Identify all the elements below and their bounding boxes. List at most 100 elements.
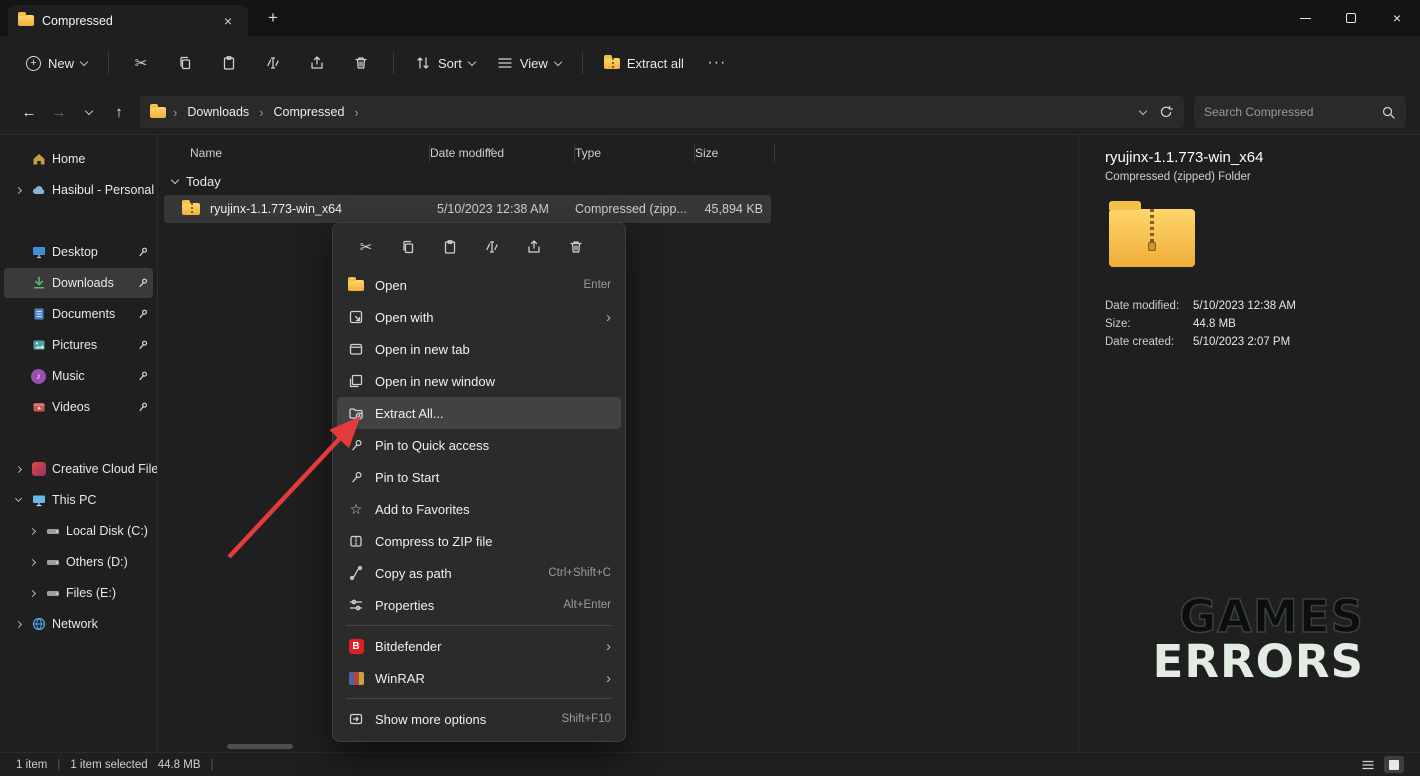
chevron-right-icon[interactable]: [29, 527, 36, 534]
file-row-ryujinx[interactable]: ryujinx-1.1.773-win_x64 5/10/2023 12:38 …: [164, 195, 771, 223]
horizontal-scrollbar-thumb[interactable]: [227, 744, 293, 749]
chevron-right-icon[interactable]: [15, 465, 22, 472]
paste-button[interactable]: [208, 46, 250, 80]
pin-icon: [347, 438, 365, 453]
group-label: Today: [186, 174, 221, 189]
delete-button[interactable]: [557, 231, 595, 263]
menu-item-open-in-new-window[interactable]: Open in new window: [337, 365, 621, 397]
menu-item-show-more-options[interactable]: Show more options Shift+F10: [337, 703, 621, 735]
breadcrumb-compressed[interactable]: Compressed: [271, 103, 348, 121]
address-bar[interactable]: › Downloads › Compressed ›: [140, 96, 1184, 128]
menu-item-open[interactable]: Open Enter: [337, 269, 621, 301]
new-tab-button[interactable]: +: [258, 4, 288, 32]
sidebar-item-documents[interactable]: Documents: [4, 299, 153, 329]
sort-button[interactable]: Sort: [405, 46, 485, 80]
menu-item-compress-to-zip[interactable]: Compress to ZIP file: [337, 525, 621, 557]
rename-icon: [265, 55, 281, 71]
copy-button[interactable]: [164, 46, 206, 80]
menu-item-pin-to-quick-access[interactable]: Pin to Quick access: [337, 429, 621, 461]
sidebar-item-network[interactable]: Network: [4, 609, 153, 639]
column-header-size[interactable]: Size: [695, 146, 785, 160]
menu-item-properties[interactable]: Properties Alt+Enter: [337, 589, 621, 621]
chevron-right-icon[interactable]: [15, 620, 22, 627]
tab-close-icon[interactable]: ×: [218, 11, 238, 31]
column-separator[interactable]: [774, 144, 775, 162]
menu-item-pin-to-start[interactable]: Pin to Start: [337, 461, 621, 493]
column-header-name[interactable]: Name: [158, 146, 430, 160]
new-button[interactable]: + New: [16, 46, 97, 80]
column-separator[interactable]: [429, 144, 430, 162]
sidebar-item-music[interactable]: ♪ Music: [4, 361, 153, 391]
sidebar-item-creative-cloud-files[interactable]: Creative Cloud Files: [4, 454, 153, 484]
music-icon: ♪: [30, 369, 47, 384]
group-today[interactable]: Today: [158, 167, 1078, 195]
up-button[interactable]: ↑: [104, 97, 134, 127]
breadcrumb-separator: ›: [354, 105, 358, 120]
navigation-pane: Home Hasibul - Personal Desktop Download…: [0, 135, 158, 752]
extract-all-button[interactable]: Extract all: [594, 46, 694, 80]
copy-button[interactable]: [389, 231, 427, 263]
sidebar-item-local-disk-c[interactable]: Local Disk (C:): [4, 516, 153, 546]
sidebar-item-home[interactable]: Home: [4, 144, 153, 174]
sidebar-item-videos[interactable]: Videos: [4, 392, 153, 422]
column-separator[interactable]: [574, 144, 575, 162]
submenu-arrow-icon: ›: [606, 310, 611, 325]
large-icons-view-toggle-icon[interactable]: [1384, 756, 1404, 773]
view-button[interactable]: View: [487, 46, 571, 80]
menu-item-bitdefender[interactable]: B Bitdefender ›: [337, 630, 621, 662]
details-fields: Date modified: 5/10/2023 12:38 AM Size: …: [1105, 297, 1400, 351]
games-errors-watermark: GAMES ERRORS: [1153, 594, 1364, 684]
menu-item-extract-all[interactable]: Extract All...: [337, 397, 621, 429]
share-button[interactable]: [515, 231, 553, 263]
menu-item-open-in-new-tab[interactable]: Open in new tab: [337, 333, 621, 365]
paste-button[interactable]: [431, 231, 469, 263]
chevron-right-icon[interactable]: [15, 186, 22, 193]
column-header-date-modified[interactable]: Date modified: [430, 146, 575, 160]
menu-item-copy-as-path[interactable]: Copy as path Ctrl+Shift+C: [337, 557, 621, 589]
more-options-button[interactable]: ···: [696, 46, 738, 80]
details-field-value: 44.8 MB: [1193, 315, 1400, 333]
maximize-button[interactable]: [1328, 0, 1374, 36]
recent-locations-button[interactable]: [74, 97, 104, 127]
chevron-right-icon[interactable]: [29, 589, 36, 596]
refresh-icon[interactable]: [1158, 104, 1174, 120]
column-separator[interactable]: [694, 144, 695, 162]
close-button[interactable]: ×: [1374, 0, 1420, 36]
sidebar-item-label: Documents: [52, 307, 115, 321]
search-icon[interactable]: [1381, 105, 1396, 120]
column-header-type[interactable]: Type: [575, 146, 695, 160]
address-row: ← → ↑ › Downloads › Compressed ›: [0, 90, 1420, 134]
submenu-arrow-icon: ›: [606, 639, 611, 654]
minimize-button[interactable]: [1282, 0, 1328, 36]
menu-item-open-with[interactable]: Open with ›: [337, 301, 621, 333]
paste-icon: [221, 55, 237, 71]
extract-all-button-label: Extract all: [627, 56, 684, 71]
chevron-down-icon[interactable]: [15, 495, 22, 502]
sidebar-item-pictures[interactable]: Pictures: [4, 330, 153, 360]
rename-button[interactable]: [252, 46, 294, 80]
chevron-right-icon[interactable]: [29, 558, 36, 565]
sidebar-item-files-e[interactable]: Files (E:): [4, 578, 153, 608]
search-box: [1194, 96, 1406, 128]
sidebar-item-desktop[interactable]: Desktop: [4, 237, 153, 267]
forward-button[interactable]: →: [44, 97, 74, 127]
cut-button[interactable]: ✂: [347, 231, 385, 263]
tab-compressed[interactable]: Compressed ×: [8, 5, 248, 36]
sidebar-item-others-d[interactable]: Others (D:): [4, 547, 153, 577]
sidebar-item-this-pc[interactable]: This PC: [4, 485, 153, 515]
breadcrumb-downloads[interactable]: Downloads: [184, 103, 252, 121]
back-button[interactable]: ←: [14, 97, 44, 127]
rename-button[interactable]: [473, 231, 511, 263]
address-dropdown-icon[interactable]: [1139, 106, 1147, 114]
menu-item-add-to-favorites[interactable]: ☆ Add to Favorites: [337, 493, 621, 525]
status-item-count: 1 item: [16, 759, 47, 771]
details-view-toggle-icon[interactable]: [1358, 756, 1378, 773]
file-date-modified: 5/10/2023 12:38 AM: [437, 202, 549, 216]
delete-button[interactable]: [340, 46, 382, 80]
sidebar-item-downloads[interactable]: Downloads: [4, 268, 153, 298]
cut-button[interactable]: ✂: [120, 46, 162, 80]
sidebar-item-onedrive[interactable]: Hasibul - Personal: [4, 175, 153, 205]
share-button[interactable]: [296, 46, 338, 80]
search-input[interactable]: [1204, 105, 1375, 119]
menu-item-winrar[interactable]: WinRAR ›: [337, 662, 621, 694]
